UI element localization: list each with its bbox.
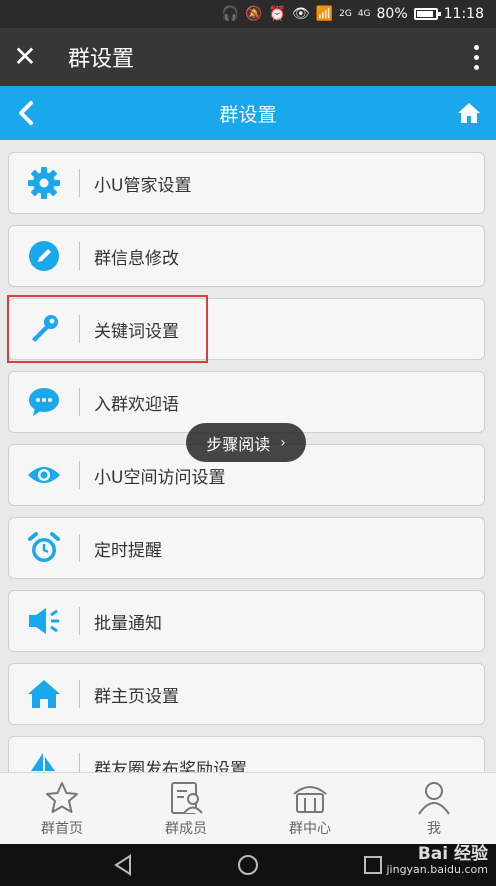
page-title: 群设置 [219, 103, 277, 126]
speaker-icon [9, 591, 79, 651]
settings-list: 小U管家设置 群信息修改 关键词设置 入群欢迎语 小U空间访问设置 定时提醒 批… [8, 152, 485, 809]
tab-label: 群中心 [289, 820, 331, 837]
chat-bubble-icon [9, 372, 79, 432]
chevron-right-icon: › [280, 434, 286, 451]
row-separator [79, 242, 80, 270]
home-icon[interactable] [456, 100, 482, 126]
setting-row-group-info[interactable]: 群信息修改 [8, 225, 485, 287]
setting-row-keywords[interactable]: 关键词设置 [8, 298, 485, 360]
app-title: 群设置 [68, 47, 135, 72]
system-home-icon[interactable] [236, 853, 260, 877]
watermark-brand: Bai 经验 [417, 844, 488, 864]
watermark-url: jingyan.baidu.com [386, 863, 488, 876]
setting-label: 群信息修改 [94, 248, 179, 269]
setting-row-homepage[interactable]: 群主页设置 [8, 663, 485, 725]
setting-label: 群主页设置 [94, 686, 179, 707]
home-icon [9, 664, 79, 724]
more-menu-icon[interactable] [456, 44, 496, 70]
row-separator [79, 607, 80, 635]
tab-label: 群成员 [165, 820, 207, 837]
pencil-icon [9, 226, 79, 286]
battery-percent: 80% [376, 6, 408, 22]
eye-status-icon: 👁 [291, 6, 310, 22]
row-separator [79, 534, 80, 562]
network-2g-label: 2G [339, 9, 352, 19]
step-reading-label: 步骤阅读 [206, 434, 271, 454]
headphones-icon: 🎧 [221, 6, 240, 22]
key-icon [9, 299, 79, 359]
setting-label: 入群欢迎语 [94, 394, 179, 415]
app-title-bar: ✕ 群设置 [0, 28, 496, 86]
row-separator [79, 315, 80, 343]
status-bar: 🎧 🔕 ⏰ 👁 📶 2G 4G 80% 11:18 [0, 0, 496, 28]
battery-icon [413, 8, 441, 20]
gear-icon [9, 153, 79, 213]
user-icon [418, 781, 450, 815]
system-back-icon[interactable] [111, 853, 135, 877]
setting-row-butler[interactable]: 小U管家设置 [8, 152, 485, 214]
setting-label: 小U空间访问设置 [94, 467, 226, 488]
setting-label: 定时提醒 [94, 540, 162, 561]
mute-icon: 🔕 [245, 6, 263, 22]
page-nav-bar: 群设置 [0, 86, 496, 140]
back-chevron-icon[interactable] [14, 97, 38, 129]
building-icon [293, 785, 327, 813]
setting-label: 关键词设置 [94, 321, 179, 342]
bottom-tab-bar: 群首页 群成员 群中心 我 [0, 772, 496, 844]
row-separator [79, 388, 80, 416]
tab-me[interactable]: 我 [372, 773, 496, 844]
setting-row-reminder[interactable]: 定时提醒 [8, 517, 485, 579]
close-icon[interactable]: ✕ [0, 28, 50, 86]
row-separator [79, 169, 80, 197]
tab-group-center[interactable]: 群中心 [248, 773, 372, 844]
clock: 11:18 [443, 6, 484, 22]
eye-icon [9, 445, 79, 505]
setting-label: 小U管家设置 [94, 175, 192, 196]
system-recents-icon[interactable] [361, 853, 385, 877]
setting-label: 批量通知 [94, 613, 162, 634]
setting-row-batch-notice[interactable]: 批量通知 [8, 590, 485, 652]
baidu-watermark: Bai 经验 jingyan.baidu.com [386, 846, 488, 878]
tab-label: 我 [427, 820, 441, 837]
alarm-clock-icon [9, 518, 79, 578]
tab-group-home[interactable]: 群首页 [0, 773, 124, 844]
row-separator [79, 680, 80, 708]
network-4g-label: 4G [357, 9, 371, 19]
step-reading-button[interactable]: 步骤阅读 › [186, 423, 306, 462]
alarm-icon: ⏰ [268, 6, 286, 22]
tab-members[interactable]: 群成员 [124, 773, 248, 844]
wifi-icon: 📶 [315, 6, 334, 22]
star-icon [46, 781, 78, 813]
tab-label: 群首页 [41, 820, 83, 837]
row-separator [79, 461, 80, 489]
member-card-icon [171, 781, 203, 814]
